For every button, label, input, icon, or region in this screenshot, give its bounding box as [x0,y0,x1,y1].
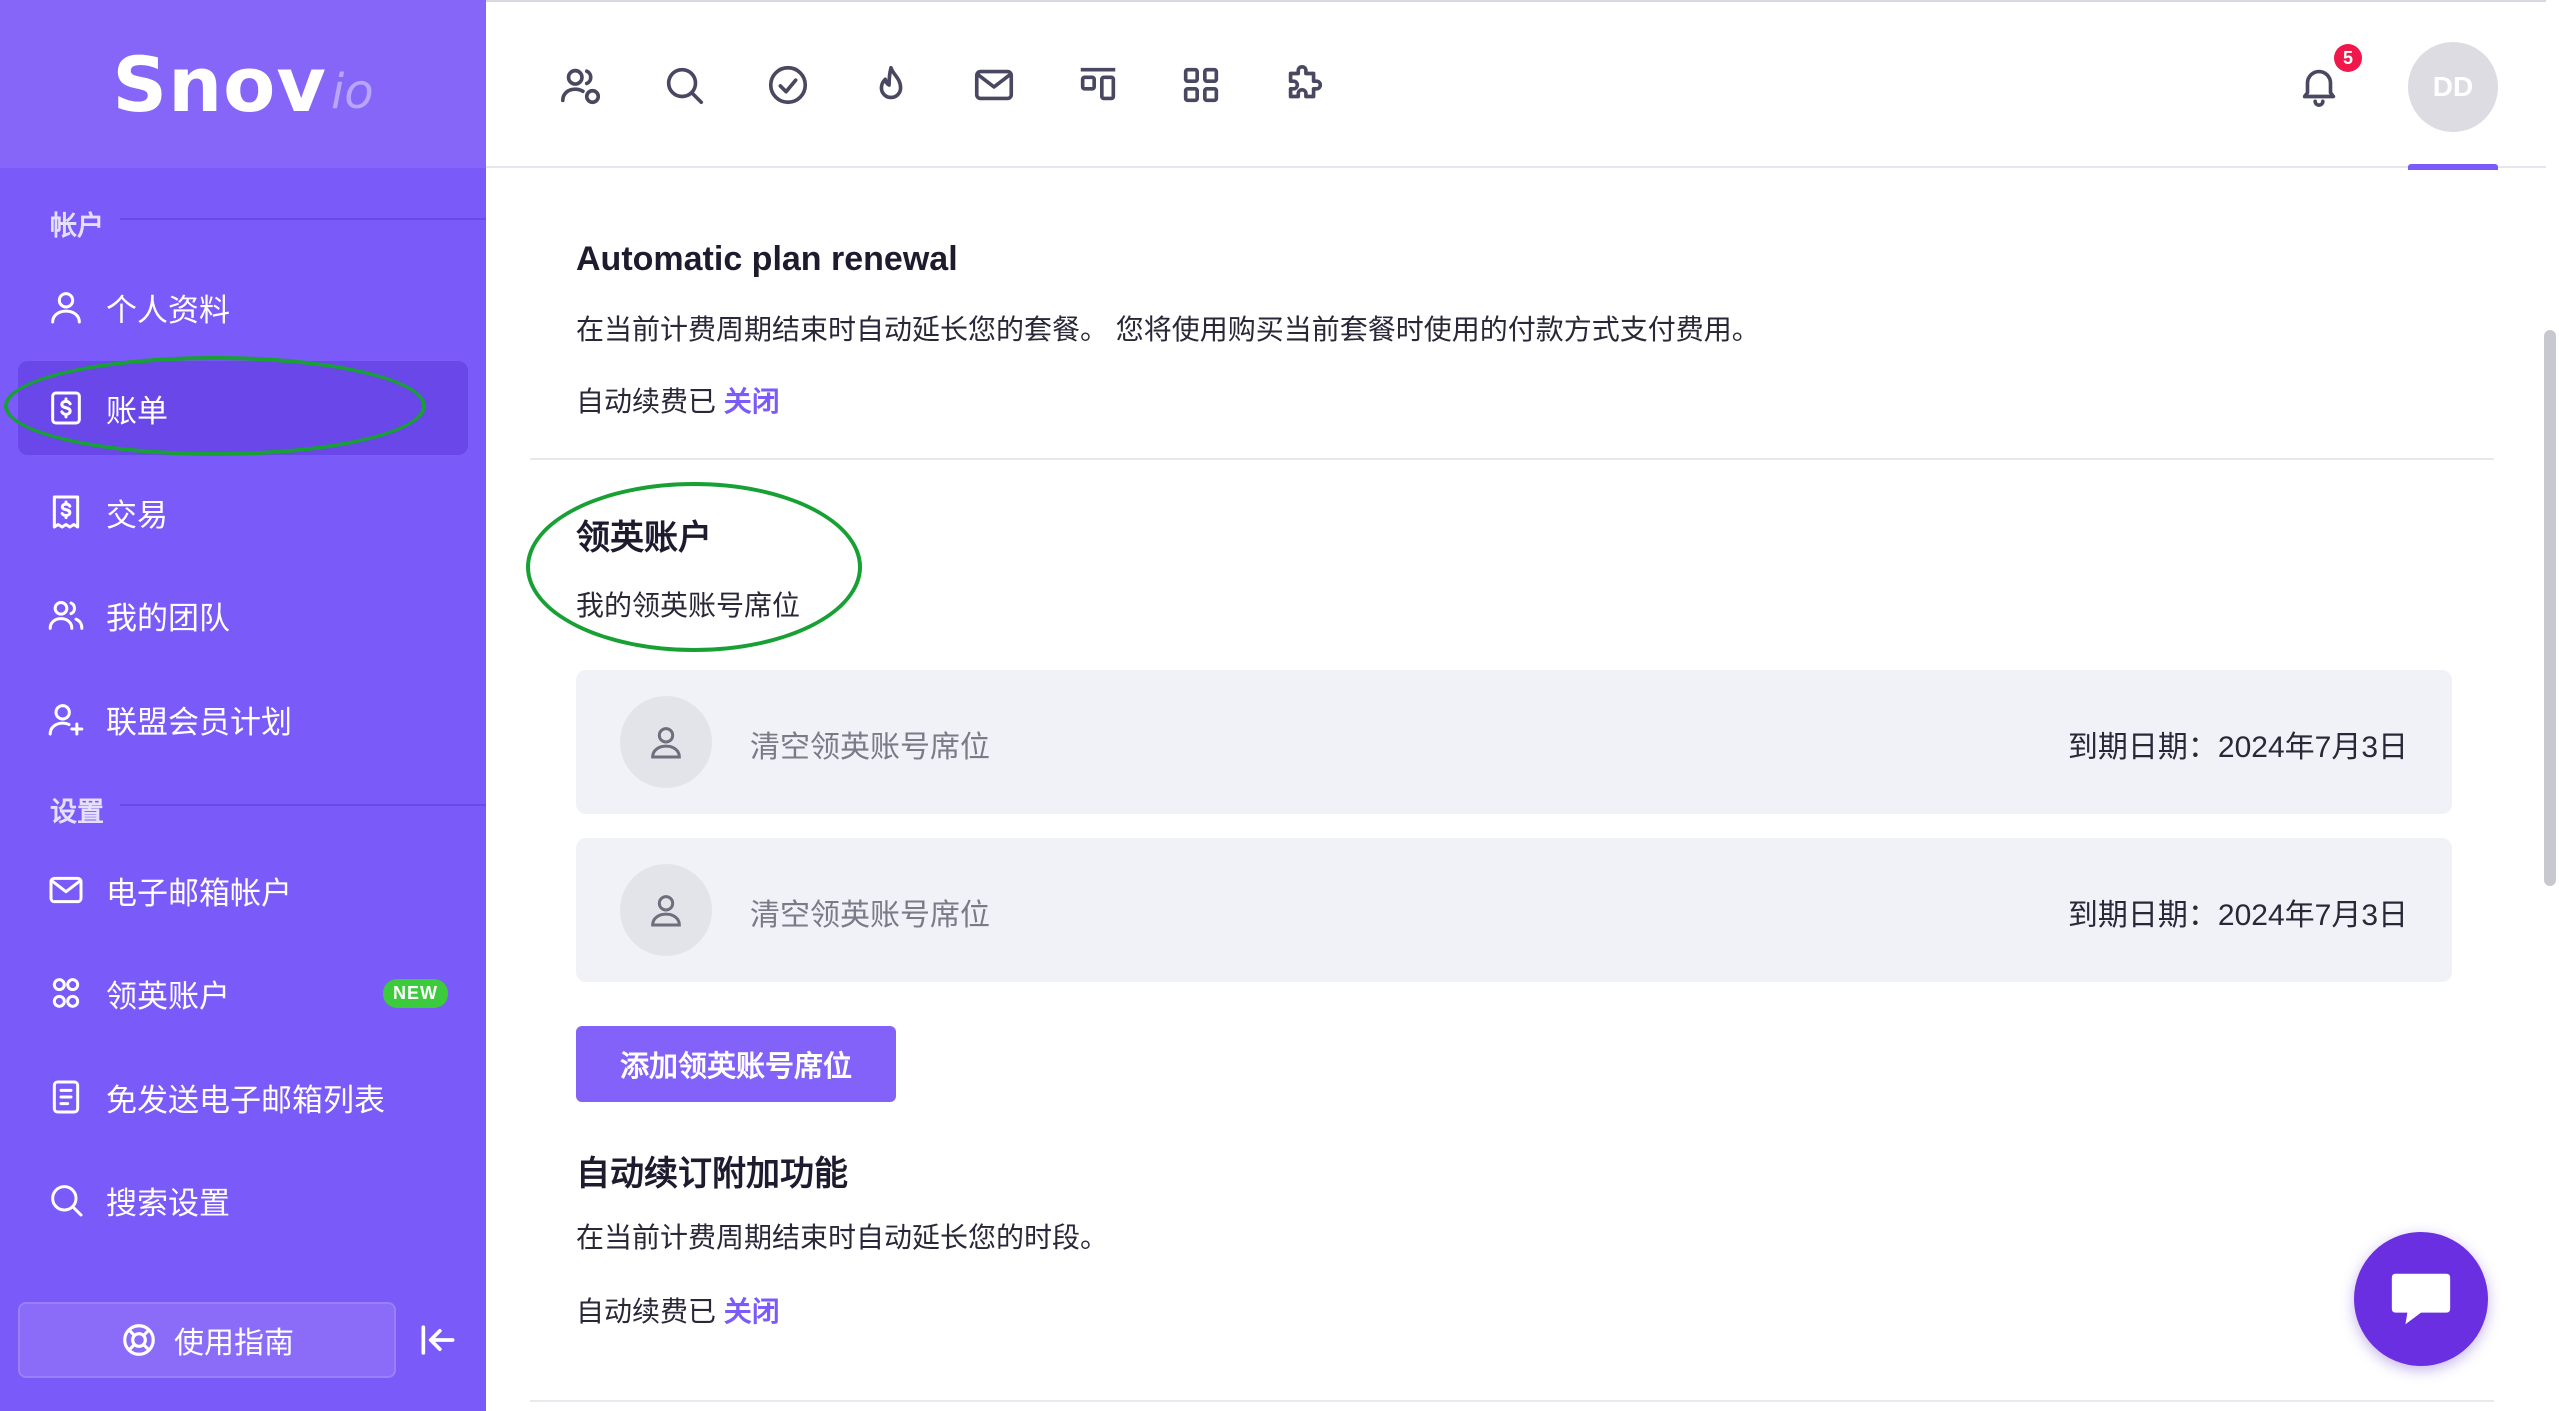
addons-title: 自动续订附加功能 [576,1155,848,1193]
sidebar-item-label: 电子邮箱帐户 [106,875,292,911]
linkedin-accounts-icon [52,978,80,1008]
addons-status-prefix: 自动续费已 [576,1296,717,1327]
sidebar-item-billing[interactable]: 账单 [18,361,468,455]
seat-expiry-date: 到期日期：2024年7月3日 [2067,731,2408,764]
sidebar-item-profile[interactable]: 个人资料 [18,260,468,354]
user-icon [51,292,81,324]
notification-bell-icon[interactable] [2296,62,2342,108]
sidebar-item-my-team[interactable]: 我的团队 [18,568,468,662]
avatar[interactable]: DD [2408,42,2498,132]
pipeline-icon[interactable] [1075,62,1121,108]
user-guide-label: 使用指南 [174,1327,294,1360]
mail-icon [49,876,83,904]
team-icon [48,601,84,630]
chat-button[interactable] [2354,1232,2488,1366]
check-circle-icon[interactable] [765,62,811,108]
add-linkedin-seat-button[interactable]: 添加领英账号席位 [576,1026,896,1102]
seat-label: 清空领英账号席位 [750,899,990,932]
search-icon[interactable] [661,62,707,108]
user-guide-button[interactable]: 使用指南 [18,1302,396,1378]
brand-logo[interactable]: Snov io [0,0,486,168]
renewal-description: 在当前计费周期结束时自动延长您的套餐。 您将使用购买当前套餐时使用的付款方式支付… [576,314,1760,345]
renewal-title: Automatic plan renewal [576,240,958,278]
sidebar-item-label: 我的团队 [106,600,230,636]
new-badge: NEW [383,978,448,1008]
section-label-account: 帐户 [50,211,104,241]
prospects-icon[interactable] [558,62,604,108]
scrollbar[interactable] [2544,330,2556,886]
renewal-toggle-link[interactable]: 关闭 [724,386,780,417]
seat-label: 清空领英账号席位 [750,731,990,764]
search-icon [51,1185,83,1217]
section-divider [530,458,2494,460]
renewal-status-prefix: 自动续费已 [576,386,717,417]
section-divider [530,1400,2494,1402]
section-label-settings: 设置 [50,797,104,827]
user-plus-icon [48,704,84,736]
section-divider [120,218,486,220]
sidebar-item-label: 账单 [106,393,168,429]
renewal-status: 自动续费已 关闭 [576,380,780,420]
lifebuoy-icon [123,1324,155,1356]
sidebar-item-label: 联盟会员计划 [106,704,292,740]
sidebar-item-transactions[interactable]: 交易 [18,465,468,559]
sidebar-item-label: 领英账户 [106,978,230,1014]
linkedin-seat-row: 清空领英账号席位 到期日期：2024年7月3日 [576,670,2452,814]
linkedin-section-subtitle: 我的领英账号席位 [576,590,801,621]
top-bar: 5 DD [486,0,2546,170]
user-icon [651,895,681,927]
brand-name: Snov [112,39,327,129]
billing-icon [51,391,81,425]
document-icon [52,1080,80,1114]
addons-description: 在当前计费周期结束时自动延长您的时段。 [576,1222,1109,1253]
seat-avatar [620,864,712,956]
sidebar-item-linkedin-accounts[interactable]: 领英账户 NEW [18,946,468,1040]
sidebar-item-do-not-email[interactable]: 免发送电子邮箱列表 [18,1050,468,1144]
sidebar-item-affiliate[interactable]: 联盟会员计划 [18,672,468,766]
sidebar-item-email-accounts[interactable]: 电子邮箱帐户 [18,843,468,937]
chat-icon [2391,1273,2451,1325]
annotation-circle-linkedin [526,482,862,652]
fire-icon[interactable] [868,62,914,108]
addons-toggle-link[interactable]: 关闭 [724,1296,780,1327]
main-content: Automatic plan renewal 在当前计费周期结束时自动延长您的套… [486,170,2546,1411]
seat-avatar [620,696,712,788]
section-divider [120,804,486,806]
sidebar: Snov io 帐户 个人资料 账单 交易 我的团队 联盟会员计划 设置 电子邮… [0,0,486,1411]
sidebar-item-label: 搜索设置 [106,1185,230,1221]
notification-count-badge: 5 [2334,44,2362,72]
mail-icon[interactable] [971,62,1017,108]
addons-status: 自动续费已 关闭 [576,1290,780,1330]
sidebar-item-label: 个人资料 [106,292,230,328]
sidebar-item-label: 交易 [106,497,168,533]
linkedin-seat-row: 清空领英账号席位 到期日期：2024年7月3日 [576,838,2452,982]
receipt-icon [52,495,80,529]
brand-suffix: io [330,64,374,120]
sidebar-item-search-settings[interactable]: 搜索设置 [18,1153,468,1247]
puzzle-icon[interactable] [1281,62,1327,108]
sidebar-item-label: 免发送电子邮箱列表 [106,1082,385,1118]
apps-icon[interactable] [1178,62,1224,108]
linkedin-section-title: 领英账户 [576,519,712,557]
seat-expiry-date: 到期日期：2024年7月3日 [2067,899,2408,932]
user-icon [651,727,681,759]
collapse-sidebar-icon[interactable] [416,1318,460,1362]
